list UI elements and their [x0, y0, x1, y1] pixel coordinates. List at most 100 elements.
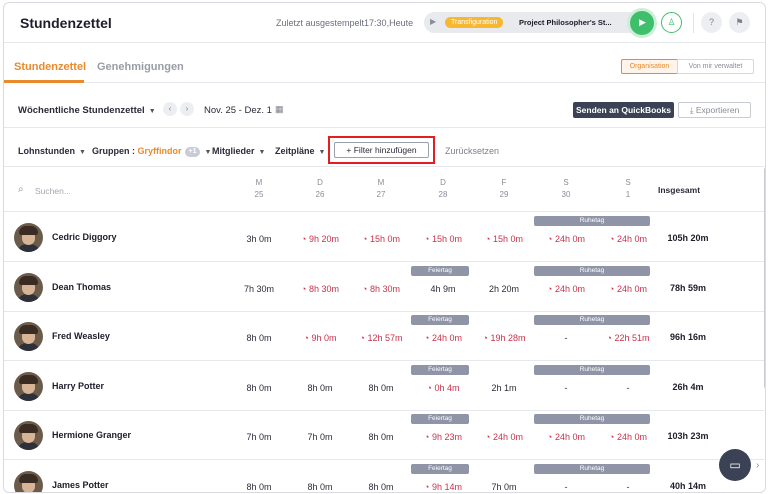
- chevron-right-icon[interactable]: ›: [756, 460, 759, 471]
- day-date: 28: [438, 190, 448, 199]
- scrollbar[interactable]: [764, 168, 765, 388]
- divider: [693, 13, 694, 33]
- day-hours-cell[interactable]: 8h 0m: [224, 333, 294, 343]
- tab-timesheets[interactable]: Stundenzettel: [14, 61, 86, 73]
- day-hours-cell[interactable]: ◔ 19h 28m: [469, 333, 539, 343]
- day-hours-cell[interactable]: 7h 0m: [469, 482, 539, 492]
- period-select[interactable]: Wöchentliche Stundenzettel ▼: [18, 105, 156, 116]
- day-of-week: M: [255, 178, 263, 187]
- day-hours-cell[interactable]: 3h 0m: [224, 234, 294, 244]
- day-hours-cell[interactable]: ◔ 9h 20m: [285, 234, 355, 244]
- day-hours-cell[interactable]: ◔ 15h 0m: [346, 234, 416, 244]
- table-row[interactable]: James Potter Feiertag Ruhetag 8h 0m 8h 0m 8h …: [4, 461, 764, 492]
- help-button[interactable]: ?: [701, 12, 722, 33]
- day-hours-cell[interactable]: ◔ 8h 30m: [346, 284, 416, 294]
- groups-filter-label: Gruppen: [92, 146, 130, 156]
- day-hours-cell[interactable]: 4h 9m: [408, 284, 478, 294]
- day-hours-cell[interactable]: -: [593, 383, 663, 393]
- day-hours-cell[interactable]: 7h 0m: [224, 432, 294, 442]
- day-hours-cell[interactable]: ◔ 24h 0m: [531, 234, 601, 244]
- table-row[interactable]: Cedric Diggory Ruhetag 3h 0m ◔ 9h 20m ◔ 15h …: [4, 213, 764, 262]
- day-hours-cell[interactable]: -: [531, 482, 601, 492]
- day-hours-cell[interactable]: ◔ 8h 30m: [285, 284, 355, 294]
- tab-approvals[interactable]: Genehmigungen: [97, 61, 184, 73]
- day-hours-cell[interactable]: 8h 0m: [346, 383, 416, 393]
- row-total: 78h 59m: [669, 282, 707, 293]
- hours-value: 7h 0m: [307, 432, 333, 442]
- day-hours-cell[interactable]: ◔ 9h 0m: [285, 333, 355, 343]
- hours-value: 4h 9m: [430, 283, 456, 294]
- search-input[interactable]: Suchen...: [35, 186, 71, 196]
- member-name[interactable]: Fred Weasley: [52, 331, 110, 341]
- avatar: [14, 371, 43, 401]
- hours-value: 15h 0m: [492, 234, 523, 244]
- day-hours-cell[interactable]: ◔ 24h 0m: [531, 284, 601, 294]
- member-name[interactable]: Hermione Granger: [52, 430, 131, 440]
- filter-bar: Lohnstunden ▼ Gruppen : Gryffindor +1 ▼ Mit…: [4, 129, 765, 167]
- user-clock-button[interactable]: ♙: [661, 12, 682, 33]
- day-hours-cell[interactable]: 8h 0m: [224, 383, 294, 393]
- chevron-left-icon: ‹: [168, 104, 172, 113]
- hours-value: 8h 0m: [246, 481, 272, 492]
- scope-managed-by-me[interactable]: Von mir verwaltet: [677, 59, 754, 74]
- members-filter[interactable]: Mitglieder ▼: [212, 146, 265, 156]
- day-hours-cell[interactable]: ◔ 24h 0m: [531, 432, 601, 442]
- overtime-icon: ◔: [424, 333, 432, 343]
- day-hours-cell[interactable]: 8h 0m: [285, 383, 355, 393]
- day-hours-cell[interactable]: 7h 30m: [224, 284, 294, 294]
- next-week-button[interactable]: ›: [180, 102, 194, 116]
- day-hours-cell[interactable]: 8h 0m: [346, 432, 416, 442]
- hours-value: 9h 14m: [431, 481, 462, 492]
- day-hours-cell[interactable]: ◔ 24h 0m: [408, 333, 478, 343]
- day-hours-cell[interactable]: -: [531, 333, 601, 343]
- day-hours-cell[interactable]: ◔ 24h 0m: [593, 284, 663, 294]
- table-row[interactable]: Harry Potter Feiertag Ruhetag 8h 0m 8h 0m 8h …: [4, 362, 764, 411]
- member-name[interactable]: Cedric Diggory: [52, 232, 117, 242]
- timer-pill[interactable]: ▶ Transfiguration Project Philosopher's …: [424, 12, 641, 33]
- day-hours-cell[interactable]: 8h 0m: [346, 482, 416, 492]
- day-hours-cell[interactable]: ◔ 15h 0m: [408, 234, 478, 244]
- schedules-filter[interactable]: Zeitpläne ▼: [275, 146, 325, 156]
- hours-value: 8h 0m: [368, 481, 394, 492]
- day-of-week: S: [625, 178, 631, 187]
- groups-filter[interactable]: Gruppen : Gryffindor +1 ▼: [92, 146, 211, 157]
- scope-organisation[interactable]: Organisation: [621, 59, 678, 74]
- pay-filter[interactable]: Lohnstunden ▼: [18, 146, 86, 156]
- day-hours-cell[interactable]: 8h 0m: [285, 482, 355, 492]
- previous-week-button[interactable]: ‹: [163, 102, 177, 116]
- start-timer-button[interactable]: ▶: [630, 11, 654, 35]
- table-row[interactable]: Fred Weasley Feiertag Ruhetag 8h 0m ◔ 9h 0m ◔…: [4, 312, 764, 361]
- day-hours-cell[interactable]: ◔ 24h 0m: [593, 432, 663, 442]
- table-row[interactable]: Dean Thomas Feiertag Ruhetag 7h 30m ◔ 8h 30m…: [4, 263, 764, 312]
- day-hours-cell[interactable]: ◔ 15h 0m: [469, 234, 539, 244]
- day-hours-cell[interactable]: -: [531, 383, 601, 393]
- calendar-icon[interactable]: ▦: [275, 104, 284, 115]
- reset-filters-link[interactable]: Zurücksetzen: [445, 146, 499, 156]
- hours-value: 8h 0m: [368, 432, 394, 442]
- app-window: Stundenzettel Zuletzt ausgestempelt17:30…: [3, 2, 766, 493]
- rest-day-badge: Ruhetag: [534, 463, 650, 474]
- chat-button[interactable]: ▭: [719, 449, 751, 481]
- day-hours-cell[interactable]: ◔ 0h 4m: [408, 383, 478, 393]
- day-hours-cell[interactable]: 2h 1m: [469, 383, 539, 393]
- day-hours-cell[interactable]: 7h 0m: [285, 432, 355, 442]
- day-hours-cell[interactable]: ◔ 22h 51m: [593, 333, 663, 343]
- avatar: [14, 421, 43, 450]
- member-name[interactable]: Dean Thomas: [52, 282, 111, 292]
- overtime-icon: ◔: [485, 432, 493, 442]
- send-to-quickbooks-button[interactable]: Senden an QuickBooks: [573, 102, 674, 118]
- day-hours-cell[interactable]: ◔ 24h 0m: [469, 432, 539, 442]
- export-button[interactable]: ⤓ Exportieren: [678, 102, 751, 118]
- day-hours-cell[interactable]: -: [593, 482, 663, 492]
- member-name[interactable]: Harry Potter: [52, 381, 104, 391]
- notifications-button[interactable]: ⚑: [729, 12, 750, 33]
- day-hours-cell[interactable]: ◔ 24h 0m: [593, 234, 663, 244]
- add-filter-button[interactable]: + Filter hinzufügen: [334, 142, 429, 158]
- member-name[interactable]: James Potter: [52, 480, 109, 490]
- day-hours-cell[interactable]: 2h 20m: [469, 284, 539, 294]
- table-row[interactable]: Hermione Granger Feiertag Ruhetag 7h 0m 7h 0…: [4, 411, 764, 460]
- day-hours-cell[interactable]: ◔ 9h 23m: [408, 432, 478, 442]
- day-hours-cell[interactable]: ◔ 12h 57m: [346, 333, 416, 343]
- day-hours-cell[interactable]: 8h 0m: [224, 482, 294, 492]
- day-hours-cell[interactable]: ◔ 9h 14m: [408, 482, 478, 492]
